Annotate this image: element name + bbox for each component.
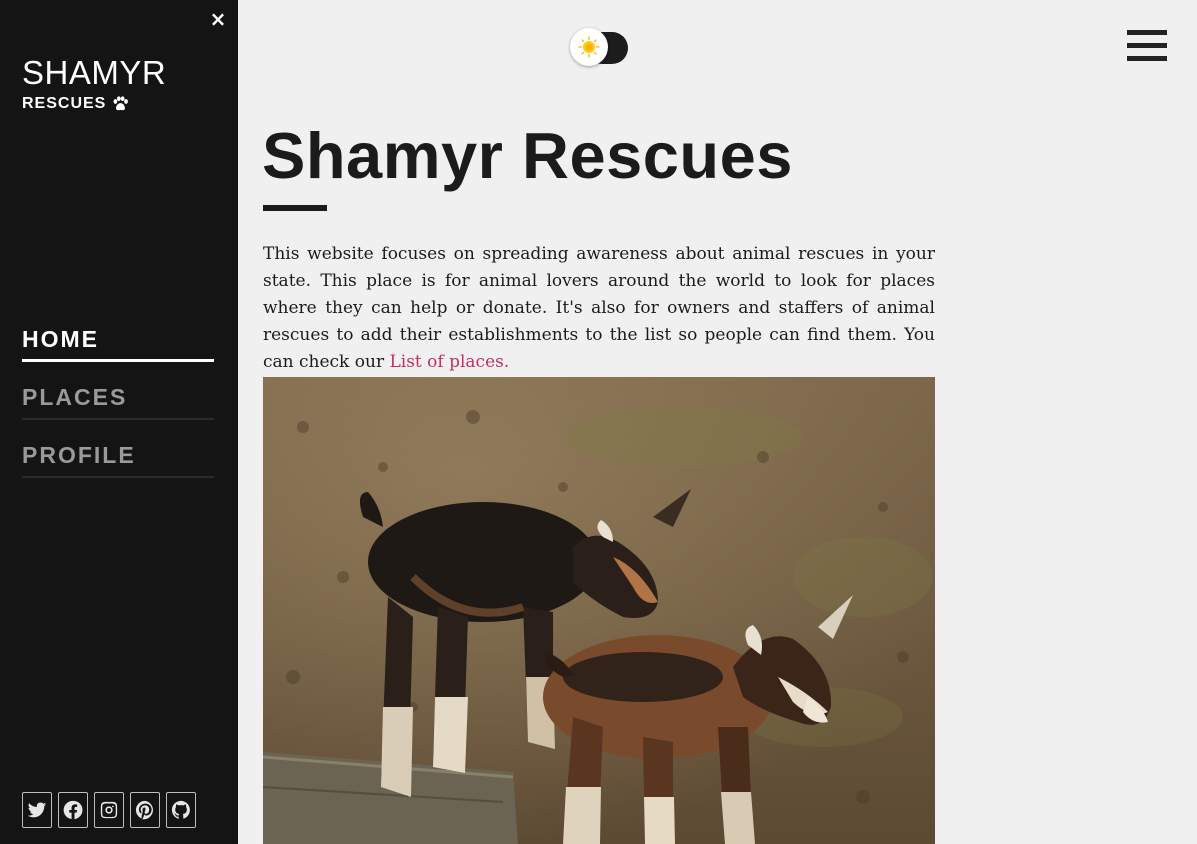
- sidebar-nav: HOME PLACES PROFILE: [22, 322, 214, 496]
- nav-item-places[interactable]: PLACES: [22, 380, 214, 420]
- hamburger-bar: [1127, 43, 1167, 48]
- list-of-places-link[interactable]: List of places.: [389, 352, 509, 372]
- close-sidebar-button[interactable]: ×: [209, 8, 227, 30]
- twitter-icon: [27, 802, 47, 818]
- twitter-button[interactable]: [22, 792, 52, 828]
- title-underline: [263, 205, 327, 211]
- pinterest-button[interactable]: [130, 792, 160, 828]
- nav-item-profile[interactable]: PROFILE: [22, 438, 214, 478]
- instagram-button[interactable]: [94, 792, 124, 828]
- hamburger-menu-button[interactable]: [1127, 30, 1167, 64]
- page-title: Shamyr Rescues: [262, 119, 793, 192]
- theme-toggle[interactable]: [570, 28, 630, 68]
- facebook-button[interactable]: [58, 792, 88, 828]
- hero-image: [263, 377, 935, 844]
- brand-subtitle: RESCUES: [22, 95, 129, 113]
- intro-text: This website focuses on spreading awaren…: [263, 244, 935, 372]
- intro-paragraph: This website focuses on spreading awaren…: [263, 241, 935, 376]
- pinterest-icon: [135, 800, 153, 820]
- facebook-icon: [63, 800, 83, 820]
- nav-item-home[interactable]: HOME: [22, 322, 214, 362]
- paw-icon: [113, 96, 129, 111]
- toggle-knob: [570, 28, 608, 66]
- hamburger-bar: [1127, 56, 1167, 61]
- brand-name: SHAMYR: [22, 54, 167, 91]
- goats-photo: [263, 377, 935, 844]
- sun-icon: [578, 36, 600, 58]
- sidebar: × SHAMYR RESCUES HOME PLACES PROFILE: [0, 0, 238, 844]
- social-links: [22, 792, 196, 828]
- brand-subtitle-text: RESCUES: [22, 95, 107, 112]
- github-button[interactable]: [166, 792, 196, 828]
- github-icon: [171, 800, 190, 819]
- instagram-icon: [100, 801, 118, 819]
- hamburger-bar: [1127, 30, 1167, 35]
